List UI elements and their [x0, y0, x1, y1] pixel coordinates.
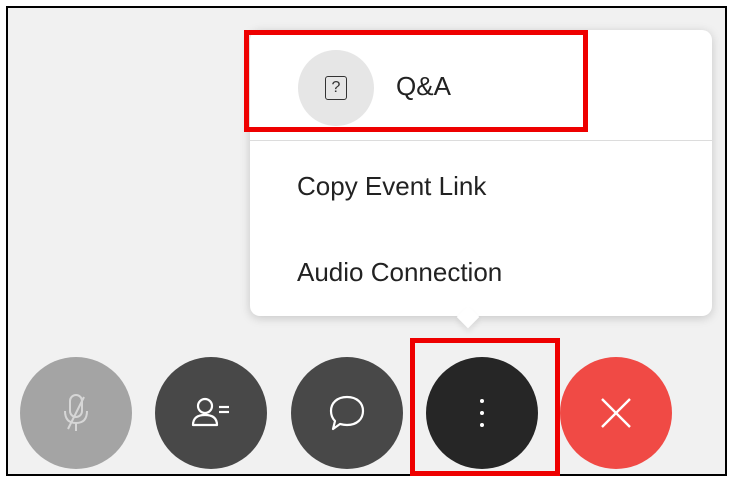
leave-button[interactable]: [560, 357, 672, 469]
question-icon: ?: [325, 76, 347, 100]
menu-item-audio-connection[interactable]: Audio Connection: [250, 228, 712, 316]
menu-divider: [250, 140, 712, 141]
menu-item-copy-event-link[interactable]: Copy Event Link: [250, 142, 712, 230]
meeting-window: ? Q&A Copy Event Link Audio Connection: [6, 6, 727, 476]
menu-item-qa-label: Q&A: [396, 71, 451, 101]
more-options-menu: ? Q&A Copy Event Link Audio Connection: [250, 30, 712, 329]
menu-item-qa[interactable]: ? Q&A: [250, 36, 712, 136]
qa-icon-circle: ?: [298, 50, 374, 126]
close-icon: [601, 398, 631, 428]
more-options-button[interactable]: [426, 357, 538, 469]
chat-button[interactable]: [291, 357, 403, 469]
menu-item-copy-event-link-label: Copy Event Link: [297, 170, 487, 201]
more-vertical-icon: [480, 399, 484, 427]
participants-icon: [191, 397, 229, 427]
menu-item-audio-connection-label: Audio Connection: [297, 256, 503, 287]
microphone-muted-icon: [64, 394, 88, 431]
participants-button[interactable]: [155, 357, 267, 469]
mute-button[interactable]: [20, 357, 132, 469]
chat-bubble-icon: [329, 395, 365, 431]
